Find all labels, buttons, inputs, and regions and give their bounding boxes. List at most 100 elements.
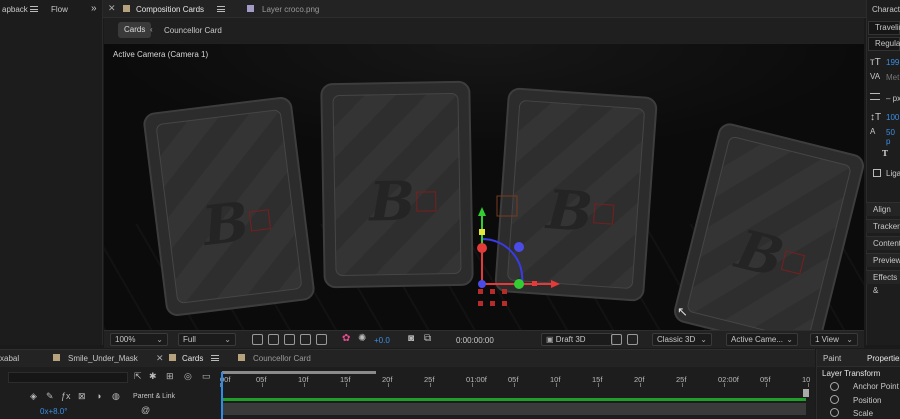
prop-position[interactable]: Position	[853, 396, 881, 405]
shy-icon[interactable]: ✱	[149, 371, 157, 382]
stroke-width-icon	[870, 93, 880, 100]
layer-color-swatch	[247, 5, 254, 12]
shy-switch-icon[interactable]: ƒx	[61, 391, 71, 401]
card-1[interactable]: B	[142, 95, 316, 318]
exposure-value[interactable]: +0.0	[374, 336, 390, 345]
snapshot-camera-icon[interactable]: ◙	[408, 333, 414, 344]
frame-blending-icon[interactable]: ⊞	[166, 371, 174, 382]
section-preview[interactable]: Preview	[866, 253, 900, 267]
close-icon[interactable]: ✕	[156, 353, 164, 364]
baseline-shift-value[interactable]: 50 p	[886, 128, 900, 146]
tab-composition-cards[interactable]: Composition Cards	[136, 5, 204, 14]
faux-bold-icon[interactable]: T	[882, 148, 888, 158]
chevron-down-icon: ⌄	[846, 335, 853, 344]
transparency-grid-icon[interactable]	[268, 334, 279, 345]
panel-menu-icon[interactable]	[30, 6, 38, 12]
breadcrumb-councellor-card[interactable]: Councellor Card	[164, 26, 222, 35]
expand-panels-icon[interactable]: »	[91, 3, 97, 14]
tab-layer-croco[interactable]: Layer croco.png	[262, 5, 319, 14]
card-2[interactable]: B	[320, 80, 474, 289]
camera-value: Active Came...	[731, 335, 784, 344]
exposure-icon[interactable]: ✺	[358, 333, 366, 344]
ligatures-label: Liga	[886, 169, 900, 178]
left-panel	[0, 0, 103, 345]
show-snapshot-icon[interactable]: ⧉	[424, 333, 431, 344]
tab-playback[interactable]: apback	[2, 5, 28, 14]
tab-flow[interactable]: Flow	[51, 5, 68, 14]
breadcrumb-chevron-icon: ‹	[150, 25, 153, 34]
tab-paint[interactable]: Paint	[823, 354, 841, 363]
section-tracker[interactable]: Tracker	[866, 219, 900, 233]
extended-viewer-icon[interactable]	[627, 334, 638, 345]
layer-duration-bar[interactable]	[222, 398, 806, 401]
tab-councellor-card[interactable]: Councellor Card	[253, 354, 311, 363]
pickwhip-icon[interactable]: @	[141, 405, 150, 415]
close-icon[interactable]: ✕	[108, 3, 116, 14]
grid-icon[interactable]	[316, 334, 327, 345]
ruler-tick	[808, 383, 809, 387]
adjustment-icon[interactable]: ◑	[96, 391, 101, 401]
font-size-value[interactable]: 199	[886, 58, 899, 67]
solo-icon[interactable]: ◈	[30, 391, 37, 402]
resolution-select[interactable]: Full ⌄	[178, 333, 236, 346]
prop-anchor-point[interactable]: Anchor Point	[853, 382, 899, 391]
renderer-value: Draft 3D	[555, 335, 586, 344]
font-size-icon: тT	[870, 57, 881, 68]
vertical-scale-icon: ↕T	[870, 112, 882, 123]
stopwatch-icon[interactable]	[830, 395, 839, 404]
lock-icon[interactable]: ✎	[46, 391, 54, 402]
tab-properties[interactable]: Properties	[867, 354, 900, 363]
font-style-select[interactable]: Regular	[868, 37, 900, 51]
tab-timeline-1[interactable]: xabal	[0, 354, 19, 363]
ligatures-checkbox[interactable]	[873, 169, 881, 177]
comp-canvas[interactable]: B B B B ↖	[104, 44, 864, 330]
region-of-interest-icon[interactable]	[252, 334, 263, 345]
timeline-menu-icon[interactable]	[211, 355, 219, 361]
section-align[interactable]: Align	[866, 202, 900, 216]
ruler-tick	[472, 383, 473, 387]
kerning-icon: VA	[870, 72, 881, 81]
section-effects[interactable]: Effects &	[866, 270, 900, 295]
renderer-select[interactable]: ▣ Draft 3D	[541, 333, 613, 346]
camera-select[interactable]: Active Came... ⌄	[726, 333, 798, 346]
view-mode-select[interactable]: Classic 3D ⌄	[652, 333, 712, 346]
ruler-tick-label: 02:00f	[718, 375, 739, 384]
tab-smile-under-mask[interactable]: Smile_Under_Mask	[68, 354, 138, 363]
graph-editor-icon[interactable]: ▭	[202, 371, 211, 382]
rotation-value[interactable]: 0x+8.0°	[40, 407, 67, 416]
breadcrumb-cards[interactable]: Cards	[118, 22, 152, 38]
zoom-select[interactable]: 100% ⌄	[110, 333, 168, 346]
tab-character[interactable]: Characte	[872, 5, 900, 14]
kerning-value[interactable]: Met	[886, 73, 899, 82]
comp-color-swatch	[169, 354, 176, 361]
mask-visibility-icon[interactable]	[284, 334, 295, 345]
guides-icon[interactable]	[300, 334, 311, 345]
current-time-indicator[interactable]	[221, 372, 223, 419]
layer-switch-icon[interactable]: ⊠	[78, 391, 86, 402]
top-panel-bar	[0, 0, 900, 18]
stopwatch-icon[interactable]	[830, 382, 839, 391]
mouse-cursor-icon: ↖	[677, 304, 688, 319]
comp-panel-menu-icon[interactable]	[217, 6, 225, 12]
3d-layer-icon[interactable]: ◍	[112, 391, 120, 402]
leading-unit[interactable]: – px	[886, 94, 900, 103]
color-channels-icon[interactable]: ✿	[342, 333, 350, 344]
motion-blur-icon[interactable]: ◎	[184, 371, 192, 382]
3d-ground-plane-icon[interactable]	[611, 334, 622, 345]
ruler-tick	[766, 383, 767, 387]
transform-gizmo[interactable]	[464, 189, 574, 319]
views-select[interactable]: 1 View ⌄	[810, 333, 858, 346]
timeline-search-input[interactable]	[8, 372, 128, 383]
work-area-bar[interactable]	[222, 371, 376, 374]
ruler-tick	[304, 383, 305, 387]
current-time[interactable]: 0:00:00:00	[456, 336, 494, 345]
font-family-select[interactable]: Travelin	[868, 21, 900, 35]
stopwatch-icon[interactable]	[830, 408, 839, 417]
draft-3d-icon[interactable]: ⇱	[134, 371, 142, 382]
tab-cards[interactable]: Cards	[182, 354, 203, 363]
ruler-tick-label: 10	[802, 375, 811, 384]
work-area-end-handle[interactable]	[803, 389, 809, 397]
prop-scale[interactable]: Scale	[853, 409, 873, 418]
section-content[interactable]: Content	[866, 236, 900, 250]
vertical-scale-value[interactable]: 100	[886, 113, 899, 122]
